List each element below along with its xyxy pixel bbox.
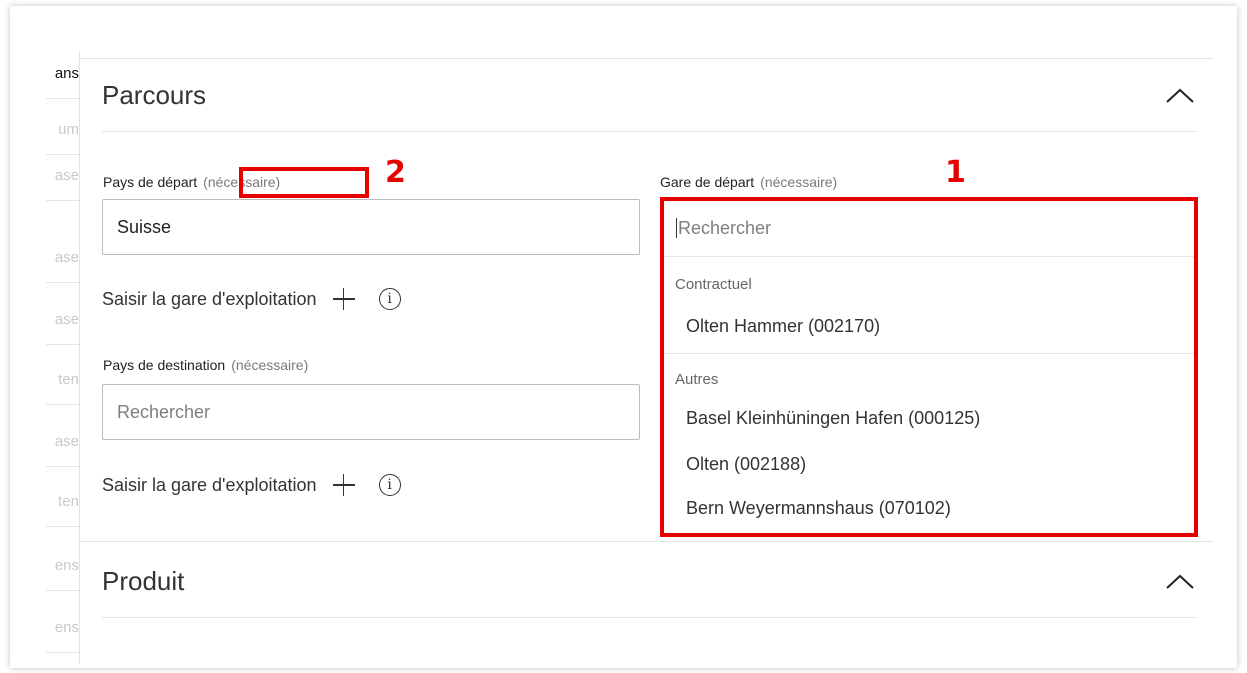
departure-country-input[interactable]: Suisse <box>102 199 640 255</box>
chevron-up-icon[interactable] <box>1163 86 1197 106</box>
sidebar-item[interactable]: um <box>46 108 79 155</box>
annotation-number-1: 1 <box>945 155 966 190</box>
section-title-underline <box>102 617 1197 618</box>
section-divider <box>80 541 1213 542</box>
destination-country-input[interactable]: Rechercher <box>102 384 640 440</box>
info-icon[interactable]: i <box>378 474 401 496</box>
section-title-produit: Produit <box>102 566 185 596</box>
field-label-text: Pays de départ <box>103 174 198 190</box>
search-placeholder: Rechercher <box>678 218 772 238</box>
annotation-number-2: 2 <box>385 155 406 190</box>
sidebar-item[interactable]: ase <box>46 420 79 467</box>
departure-station-dropdown[interactable]: Rechercher Contractuel Olten Hammer (002… <box>660 197 1198 537</box>
sidebar-item[interactable]: ans <box>46 52 79 99</box>
station-option[interactable]: Olten Hammer (002170) <box>686 316 880 337</box>
sidebar-item[interactable]: ase <box>46 298 79 345</box>
departure-station-search-input[interactable]: Rechercher <box>664 201 1194 257</box>
field-label-text: Pays de destination <box>103 357 226 373</box>
sidebar-item[interactable]: ens <box>46 544 79 591</box>
annotation-box-2 <box>239 167 369 198</box>
field-label-text: Gare de départ <box>660 174 755 190</box>
add-operating-station-label[interactable]: Saisir la gare d'exploitation <box>102 289 317 310</box>
section-title-parcours: Parcours <box>102 80 207 110</box>
sidebar-item[interactable]: ase <box>46 236 79 283</box>
plus-icon[interactable] <box>332 474 355 496</box>
group-divider <box>664 353 1194 354</box>
required-hint: (nécessaire) <box>231 357 309 373</box>
station-option[interactable]: Basel Kleinhüningen Hafen (000125) <box>686 408 980 429</box>
option-group-label: Contractuel <box>675 276 752 293</box>
chevron-up-icon[interactable] <box>1163 572 1197 592</box>
section-divider <box>80 58 1213 59</box>
sidebar-item[interactable]: ase <box>46 154 79 201</box>
required-hint: (nécessaire) <box>760 174 838 190</box>
info-icon[interactable]: i <box>378 288 401 310</box>
sidebar-item[interactable]: ens <box>46 606 79 653</box>
add-operating-station-row[interactable]: Saisir la gare d'exploitation i <box>102 474 401 496</box>
station-option[interactable]: Olten (002188) <box>686 454 806 475</box>
plus-icon[interactable] <box>332 288 355 310</box>
text-caret <box>676 217 677 238</box>
sidebar-item[interactable]: ten <box>46 480 79 527</box>
add-operating-station-label[interactable]: Saisir la gare d'exploitation <box>102 475 317 496</box>
station-option[interactable]: Bern Weyermannshaus (070102) <box>686 498 951 519</box>
section-title-underline <box>102 131 1197 132</box>
destination-country-label: Pays de destination (nécessaire) <box>103 357 308 373</box>
sidebar: ans um ase ase ase ten ase ten ens ens <box>46 52 80 664</box>
option-group-label: Autres <box>675 371 719 388</box>
sidebar-item[interactable]: ten <box>46 358 79 405</box>
add-operating-station-row[interactable]: Saisir la gare d'exploitation i <box>102 288 401 310</box>
departure-station-label: Gare de départ (nécessaire) <box>660 174 837 190</box>
